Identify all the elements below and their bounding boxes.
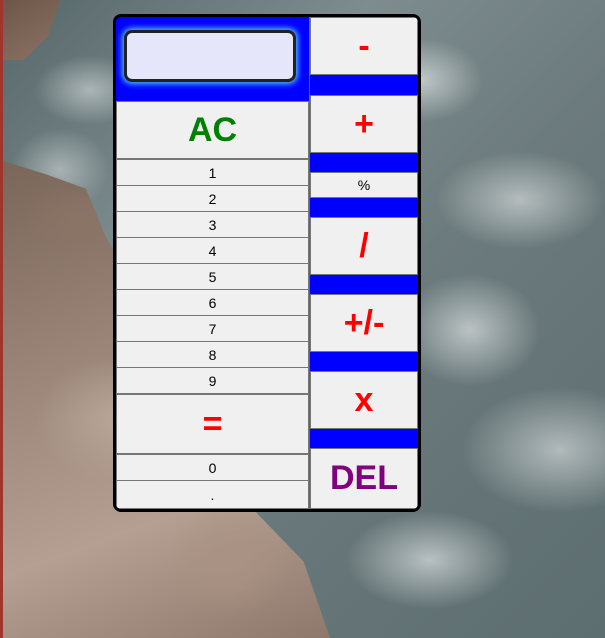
- negate-button[interactable]: +/-: [310, 294, 418, 352]
- digit-8-button[interactable]: 8: [116, 341, 309, 368]
- digit-5-button[interactable]: 5: [116, 263, 309, 290]
- minus-button[interactable]: -: [310, 17, 418, 75]
- digit-2-button[interactable]: 2: [116, 185, 309, 212]
- delete-button[interactable]: DEL: [310, 448, 418, 509]
- divide-button[interactable]: /: [310, 217, 418, 275]
- display-screen[interactable]: [124, 30, 296, 82]
- decimal-button[interactable]: .: [116, 480, 309, 509]
- calculator-left-column: AC 1 2 3 4 5 6 7 8 9 = 0 .: [116, 17, 309, 509]
- calculator-operator-column: - + % / +/- x DEL: [309, 17, 418, 509]
- calculator: AC 1 2 3 4 5 6 7 8 9 = 0 . - + % / +/- x…: [113, 14, 421, 512]
- multiply-button[interactable]: x: [310, 371, 418, 429]
- clear-button[interactable]: AC: [116, 101, 309, 159]
- left-edge-strip: [0, 0, 3, 638]
- background-rock-top: [0, 0, 60, 60]
- equals-button[interactable]: =: [116, 394, 309, 454]
- display-panel: [116, 17, 309, 101]
- digit-0-button[interactable]: 0: [116, 454, 309, 481]
- digit-6-button[interactable]: 6: [116, 289, 309, 316]
- digit-4-button[interactable]: 4: [116, 237, 309, 264]
- plus-button[interactable]: +: [310, 95, 418, 153]
- digit-3-button[interactable]: 3: [116, 211, 309, 238]
- digit-7-button[interactable]: 7: [116, 315, 309, 342]
- digit-1-button[interactable]: 1: [116, 159, 309, 186]
- percent-button[interactable]: %: [310, 172, 418, 198]
- digit-9-button[interactable]: 9: [116, 367, 309, 394]
